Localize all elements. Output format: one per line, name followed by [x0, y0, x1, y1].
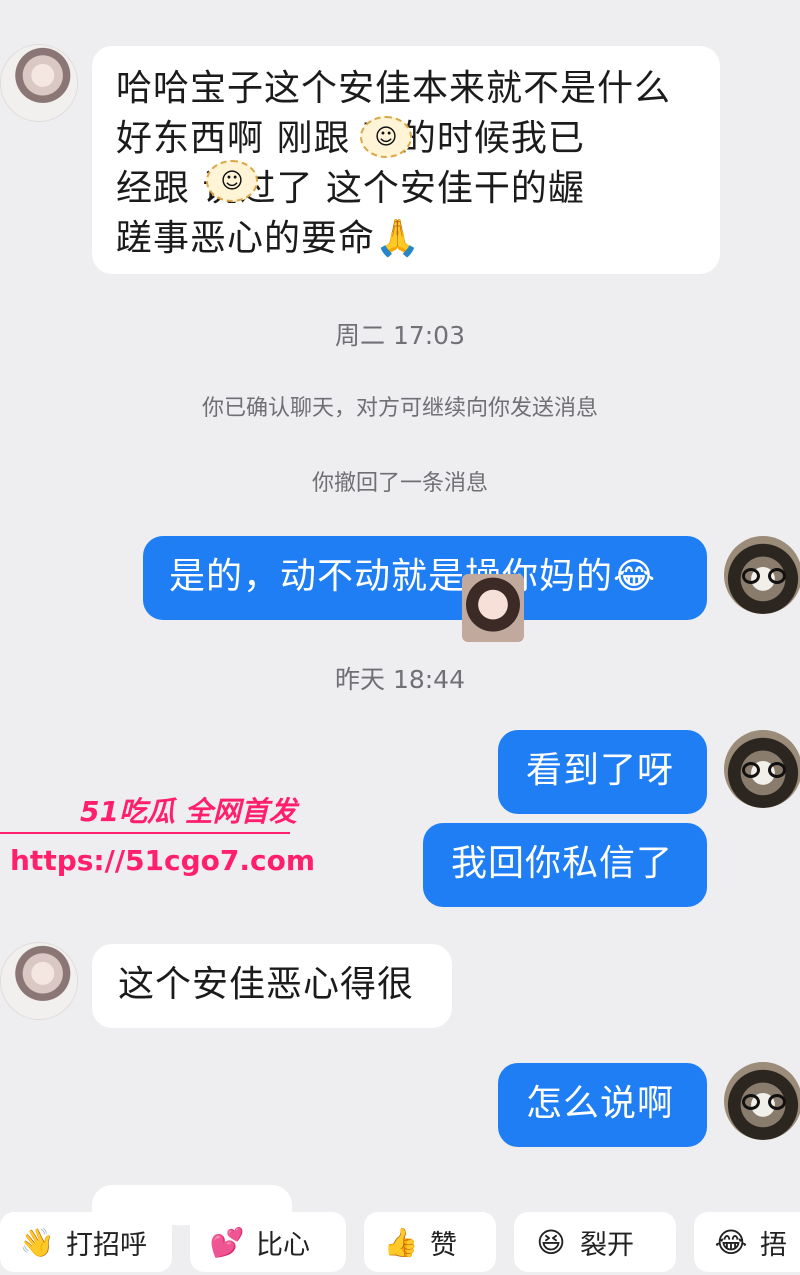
- glasses-icon: [742, 1094, 786, 1110]
- quick-reply-heart[interactable]: 💕 比心: [190, 1212, 346, 1272]
- glasses-icon: [742, 568, 786, 584]
- outgoing-message-bubble[interactable]: 看到了呀: [498, 730, 707, 814]
- censor-sticker: ☺: [360, 116, 412, 158]
- outgoing-message-bubble[interactable]: 怎么说啊: [498, 1063, 707, 1147]
- laughing-emoji: 😂: [613, 556, 657, 597]
- message-line: 哈哈宝子这个安佳本来就不是什么: [116, 68, 672, 109]
- message-text: 看到了呀: [526, 750, 675, 791]
- contact-avatar[interactable]: [0, 942, 78, 1020]
- censor-sticker: ☺: [206, 160, 258, 202]
- message-line: 蹉事恶心的要命🙏: [116, 218, 421, 259]
- message-line: 经跟 说过了 这个安佳干的龌: [116, 168, 585, 209]
- message-text: 这个安佳恶心得很: [118, 964, 415, 1005]
- quick-reply-greet[interactable]: 👋 打招呼: [0, 1212, 172, 1272]
- watermark: 51吃瓜 全网首发 https://51cgo7.com: [0, 790, 315, 890]
- chip-label: 打招呼: [66, 1229, 147, 1261]
- crack-face-icon: 😆: [536, 1225, 566, 1259]
- contact-avatar[interactable]: [0, 44, 78, 122]
- outgoing-message-bubble[interactable]: 我回你私信了: [423, 823, 707, 907]
- my-avatar[interactable]: [724, 536, 800, 614]
- chip-label: 裂开: [580, 1229, 634, 1261]
- quick-reply-cover[interactable]: 😂 捂: [694, 1212, 800, 1272]
- watermark-brand: 51吃瓜 全网首发: [80, 795, 297, 828]
- chip-label: 捂: [760, 1229, 787, 1261]
- timestamp: 周二 17:03: [335, 321, 465, 350]
- laugh-cry-icon: 😂: [714, 1225, 748, 1259]
- chip-label: 赞: [430, 1229, 457, 1261]
- my-avatar[interactable]: [724, 1062, 800, 1140]
- system-notice: 你撤回了一条消息: [311, 471, 488, 496]
- heart-hands-icon: 💕: [209, 1225, 245, 1259]
- watermark-url: https://51cgo7.com: [10, 844, 316, 877]
- message-text: 是的，动不动就是操你妈的: [169, 556, 614, 597]
- outgoing-message-bubble[interactable]: 是的，动不动就是操你妈的😂: [143, 536, 707, 620]
- message-text: 我回你私信了: [451, 843, 674, 884]
- chip-label: 比心: [256, 1229, 310, 1261]
- top-timestamp-fragment: [330, 0, 470, 4]
- watermark-divider: [0, 832, 290, 834]
- incoming-message-bubble[interactable]: 这个安佳恶心得很: [92, 944, 452, 1028]
- glasses-icon: [742, 762, 786, 778]
- my-avatar[interactable]: [724, 730, 800, 808]
- message-text: 怎么说啊: [526, 1083, 675, 1124]
- system-notice: 你已确认聊天，对方可继续向你发送消息: [201, 396, 598, 421]
- wave-icon: 👋: [19, 1225, 55, 1259]
- incoming-message-bubble[interactable]: 哈哈宝子这个安佳本来就不是什么 好东西啊 刚跟 玩的时候我已 经跟 说过了 这个…: [92, 46, 720, 274]
- overlay-photo: [462, 574, 524, 642]
- thumbs-up-icon: 👍: [383, 1225, 419, 1259]
- quick-reply-crack[interactable]: 😆 裂开: [514, 1212, 676, 1272]
- quick-reply-like[interactable]: 👍 赞: [364, 1212, 496, 1272]
- timestamp: 昨天 18:44: [335, 665, 465, 694]
